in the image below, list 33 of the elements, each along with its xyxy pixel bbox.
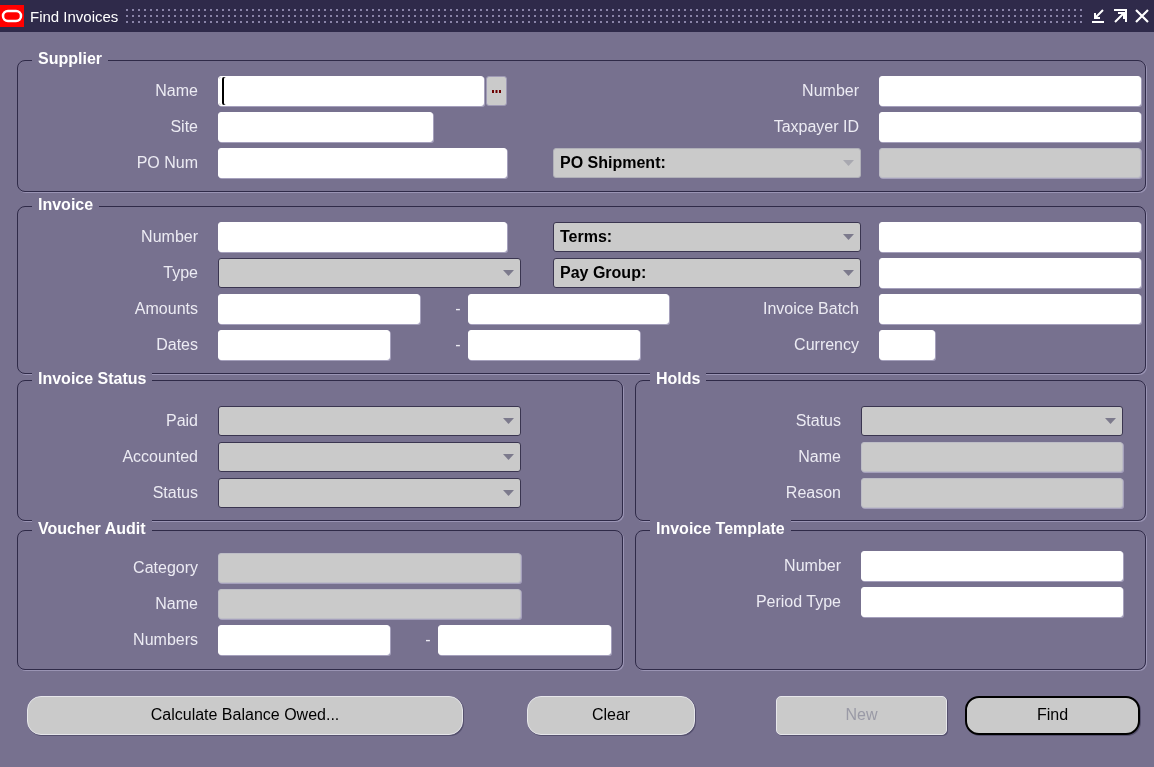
field-label: Invoice Batch [761, 300, 859, 318]
field-label: Paid [164, 412, 198, 430]
field-label: Name [797, 448, 841, 466]
field-label: Currency [793, 336, 859, 354]
action-button[interactable]: Find [965, 695, 1140, 735]
field-label: Dates [155, 336, 198, 354]
range-dash: - [454, 300, 462, 318]
field-label: Name [154, 595, 198, 613]
action-button[interactable]: Clear [527, 695, 695, 735]
field-label: Number [783, 557, 841, 575]
field-label: Accounted [121, 448, 198, 466]
action-button[interactable]: Calculate Balance Owed... [27, 695, 463, 735]
field-label: Taxpayer ID [772, 118, 859, 136]
field-label: Status [151, 484, 198, 502]
section-title: Supplier [32, 50, 108, 68]
field-label: Name [154, 82, 198, 100]
range-dash: - [424, 631, 432, 649]
field-label: Amounts [133, 300, 198, 318]
field-label: Number [140, 228, 198, 246]
dropdown[interactable]: Pay Group: [553, 258, 861, 288]
field-label: Type [162, 264, 198, 282]
field-label: Reason [784, 484, 841, 502]
window-title: Find Invoices [30, 7, 119, 25]
field-label: Period Type [754, 593, 841, 611]
field-label: Numbers [132, 631, 198, 649]
field-label: PO Num [135, 154, 198, 172]
range-dash: - [454, 336, 462, 354]
field-label: Status [794, 412, 841, 430]
field-label: Category [132, 559, 198, 577]
field-label: Site [169, 118, 198, 136]
section-title: Invoice Template [650, 520, 791, 538]
field-label: Number [801, 82, 859, 100]
dropdown[interactable]: Terms: [553, 222, 861, 252]
